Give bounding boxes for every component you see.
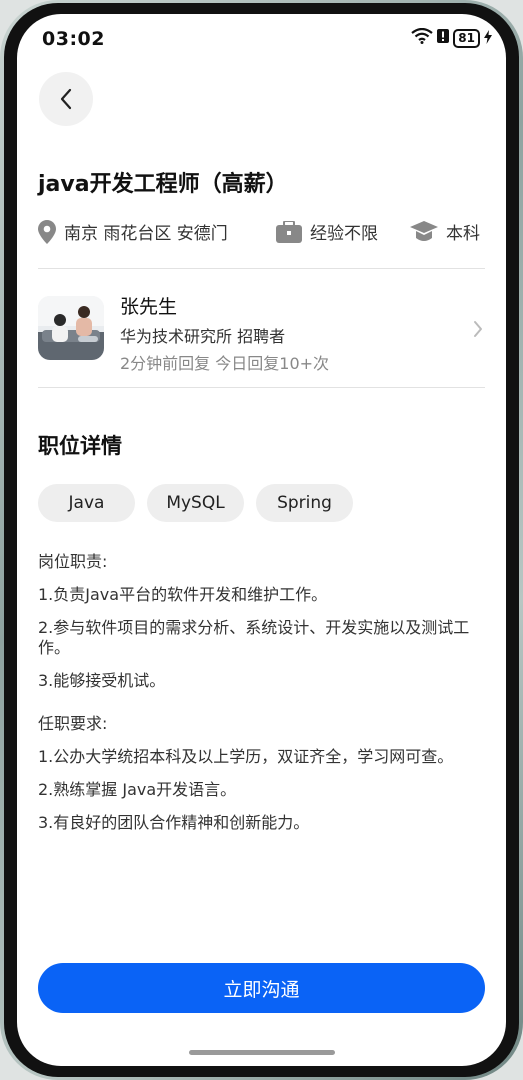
alert-icon <box>437 28 450 48</box>
app-screen: 03:02 81 java开发工程师（高薪） 南京 雨花台区 安德门 经验不限 … <box>17 14 506 1066</box>
status-icons: 81 <box>411 27 492 48</box>
skill-tag: MySQL <box>147 484 244 522</box>
job-description: 岗位职责: 1.负责Java平台的软件开发和维护工作。 2.参与软件项目的需求分… <box>38 552 485 833</box>
job-education: 本科 <box>410 219 480 244</box>
job-title: java开发工程师（高薪） <box>38 172 288 197</box>
charging-icon <box>484 29 492 48</box>
requirement-item: 1.公办大学统招本科及以上学历，双证齐全，学习网可查。 <box>38 747 454 766</box>
job-location: 南京 雨花台区 安德门 <box>38 219 228 244</box>
graduation-cap-icon <box>410 220 438 241</box>
duty-item: 3.能够接受机试。 <box>38 671 166 690</box>
duties-heading: 岗位职责: <box>38 552 108 571</box>
duty-item: 1.负责Java平台的软件开发和维护工作。 <box>38 585 328 604</box>
requirement-item: 2.熟练掌握 Java开发语言。 <box>38 780 237 799</box>
back-button[interactable] <box>39 72 93 126</box>
requirements-heading: 任职要求: <box>38 714 108 733</box>
job-experience-label: 经验不限 <box>310 224 378 244</box>
job-experience: 经验不限 <box>276 219 378 244</box>
job-meta-row: 南京 雨花台区 安德门 经验不限 本科 <box>38 219 486 249</box>
requirement-item: 3.有良好的团队合作精神和创新能力。 <box>38 813 310 832</box>
job-location-label: 南京 雨花台区 安德门 <box>64 224 228 244</box>
status-bar: 03:02 81 <box>17 14 506 62</box>
divider <box>38 268 485 269</box>
skill-tag: Spring <box>256 484 353 522</box>
home-indicator[interactable] <box>189 1050 335 1055</box>
recruiter-reply-status: 2分钟前回复 今日回复10+次 <box>120 354 330 373</box>
recruiter-company-role: 华为技术研究所 招聘者 <box>120 327 286 346</box>
divider <box>38 387 485 388</box>
job-education-label: 本科 <box>446 224 480 244</box>
wifi-icon <box>411 27 433 48</box>
back-icon <box>60 88 72 110</box>
battery-icon: 81 <box>453 28 480 48</box>
recruiter-name: 张先生 <box>120 296 178 318</box>
chat-now-button[interactable]: 立即沟通 <box>38 963 485 1013</box>
status-time: 03:02 <box>42 28 105 50</box>
chevron-right-icon <box>474 321 482 337</box>
recruiter-card[interactable]: 张先生 华为技术研究所 招聘者 2分钟前回复 今日回复10+次 <box>38 284 485 384</box>
skill-tag: Java <box>38 484 135 522</box>
section-title-job-details: 职位详情 <box>38 434 122 458</box>
avatar <box>38 296 104 360</box>
location-pin-icon <box>38 219 56 244</box>
duty-item: 2.参与软件项目的需求分析、系统设计、开发实施以及测试工作。 <box>38 618 470 657</box>
briefcase-icon <box>276 220 302 243</box>
